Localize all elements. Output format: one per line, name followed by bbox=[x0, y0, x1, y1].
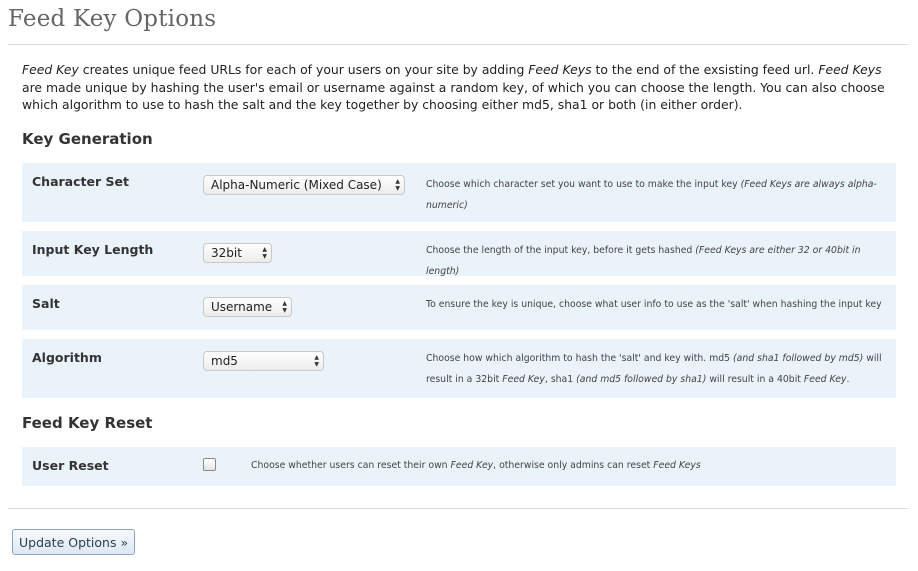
option-help: Choose how which algorithm to hash the '… bbox=[426, 348, 888, 390]
help-part: , otherwise only admins can reset bbox=[493, 460, 654, 471]
option-label: Salt bbox=[32, 296, 60, 311]
help-part: , sha1 bbox=[544, 374, 577, 385]
help-part: Choose how which algorithm to hash the '… bbox=[426, 353, 734, 364]
help-part: Choose whether users can reset their own bbox=[251, 460, 451, 471]
select-value: 32bit bbox=[211, 246, 242, 260]
intro-text: Feed Key creates unique feed URLs for ea… bbox=[22, 61, 898, 114]
help-part: Choose which character set you want to u… bbox=[426, 179, 741, 190]
help-part: Feed Key bbox=[502, 374, 545, 385]
intro-part: Feed Keys bbox=[528, 62, 592, 77]
user-reset-checkbox[interactable] bbox=[203, 458, 216, 471]
help-part: (and sha1 followed by md5) bbox=[733, 353, 864, 364]
help-part: Choose the length of the input key, befo… bbox=[426, 245, 696, 256]
option-row-character-set: Character Set Alpha-Numeric (Mixed Case)… bbox=[22, 163, 896, 222]
intro-part: are made unique by hashing the user's em… bbox=[22, 79, 885, 113]
help-part: To ensure the key is unique, choose what… bbox=[426, 299, 882, 310]
intro-part: Feed Key bbox=[22, 62, 79, 77]
help-part: Feed Keys bbox=[653, 460, 701, 471]
input-key-length-select[interactable]: 32bit ▲ ▼ bbox=[203, 243, 272, 263]
help-part: . bbox=[846, 374, 850, 385]
option-label: Input Key Length bbox=[32, 242, 154, 257]
help-part: Feed Key bbox=[450, 460, 494, 471]
option-row-user-reset: User Reset Choose whether users can rese… bbox=[22, 447, 896, 486]
up-down-arrows-icon: ▲ ▼ bbox=[395, 178, 400, 192]
option-help: To ensure the key is unique, choose what… bbox=[426, 294, 888, 315]
help-part: will result in a 40bit bbox=[706, 374, 804, 385]
intro-part: to the end of the exsisting feed url. bbox=[591, 62, 819, 77]
page-title: Feed Key Options bbox=[8, 6, 217, 32]
up-down-arrows-icon: ▲ ▼ bbox=[282, 300, 287, 314]
option-help: Choose which character set you want to u… bbox=[426, 174, 888, 216]
option-row-salt: Salt Username ▲ ▼ To ensure the key is un… bbox=[22, 285, 896, 330]
select-value: md5 bbox=[211, 354, 238, 368]
intro-part: creates unique feed URLs for each of you… bbox=[78, 62, 529, 77]
select-value: Username bbox=[211, 300, 273, 314]
update-options-button[interactable]: Update Options » bbox=[12, 529, 136, 555]
option-help: Choose the length of the input key, befo… bbox=[426, 240, 888, 282]
intro-part: Feed Keys bbox=[818, 62, 882, 77]
section-heading-key-generation: Key Generation bbox=[22, 130, 153, 148]
up-down-arrows-icon: ▲ ▼ bbox=[314, 354, 319, 368]
help-part: (and md5 followed by sha1) bbox=[576, 374, 707, 385]
character-set-select[interactable]: Alpha-Numeric (Mixed Case) ▲ ▼ bbox=[203, 175, 405, 195]
select-value: Alpha-Numeric (Mixed Case) bbox=[211, 178, 382, 192]
section-heading-feed-key-reset: Feed Key Reset bbox=[22, 414, 153, 432]
option-label: User Reset bbox=[32, 458, 109, 473]
help-part: Feed Key bbox=[803, 374, 847, 385]
title-divider bbox=[8, 44, 908, 45]
salt-select[interactable]: Username ▲ ▼ bbox=[203, 297, 292, 317]
option-label: Algorithm bbox=[32, 350, 102, 365]
option-label: Character Set bbox=[32, 174, 129, 189]
option-row-input-key-length: Input Key Length 32bit ▲ ▼ Choose the len… bbox=[22, 231, 896, 277]
algorithm-select[interactable]: md5 ▲ ▼ bbox=[203, 351, 324, 371]
up-down-arrows-icon: ▲ ▼ bbox=[262, 246, 267, 260]
option-help: Choose whether users can reset their own… bbox=[251, 455, 713, 476]
footer-divider bbox=[8, 508, 908, 509]
option-row-algorithm: Algorithm md5 ▲ ▼ Choose how which algori… bbox=[22, 339, 896, 398]
